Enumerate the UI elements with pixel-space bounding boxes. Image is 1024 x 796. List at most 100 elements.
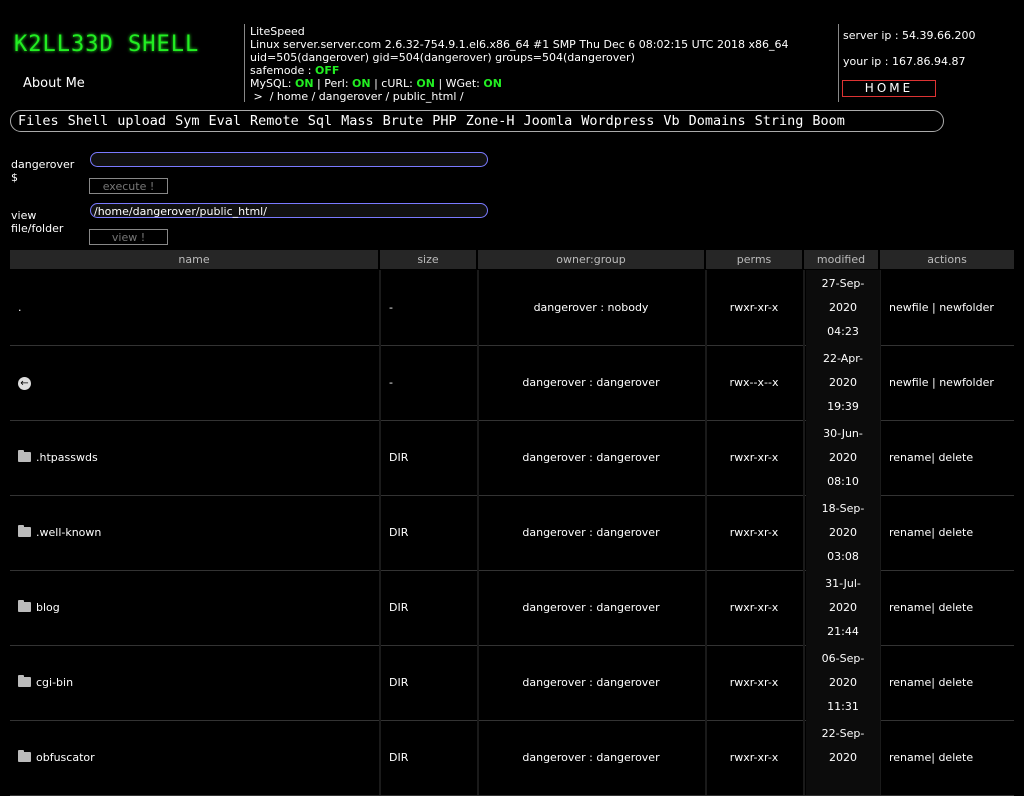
header-modified[interactable]: modified [804,250,878,269]
file-name[interactable]: blog [36,601,60,614]
menu-item-eval[interactable]: Eval [208,113,241,129]
action-link-primary[interactable]: rename| [889,751,935,764]
safemode-line: safemode : OFF [250,64,340,77]
table-row: blog DIR dangerover : dangerover rwxr-xr-x 3… [10,570,1014,646]
menu-item-brute[interactable]: Brute [383,113,424,129]
action-link-secondary[interactable]: delete [938,526,973,539]
home-button[interactable]: HOME [842,80,936,97]
command-input[interactable] [90,152,488,167]
menu-item-vb[interactable]: Vb [663,113,679,129]
file-name-cell[interactable]: obfuscator [18,720,373,795]
menu-item-joomla[interactable]: Joomla [523,113,572,129]
menu-item-domains[interactable]: Domains [689,113,746,129]
header-actions[interactable]: actions [880,250,1014,269]
file-name[interactable]: .htpasswds [36,451,98,464]
file-name[interactable]: . [18,301,22,314]
actions-cell: rename| delete [889,570,973,645]
file-perms[interactable]: rwxr-xr-x [706,645,802,720]
menu-item-zone-h[interactable]: Zone-H [466,113,515,129]
header-owner-group[interactable]: owner:group [478,250,704,269]
file-name[interactable]: .well-known [36,526,101,539]
folder-icon [18,525,31,537]
action-link-secondary[interactable]: delete [938,451,973,464]
owner-group: dangerover : nobody [533,301,649,314]
menu-item-wordpress[interactable]: Wordpress [581,113,654,129]
header-perms[interactable]: perms [706,250,802,269]
modified-time [806,770,880,794]
modified-year: 2020 [829,376,857,389]
file-name-cell[interactable]: ← [18,345,373,420]
about-me-link[interactable]: About Me [23,76,85,91]
execute-button[interactable]: execute ! [89,178,168,194]
view-label: view file/folder [11,209,64,235]
action-link-primary[interactable]: rename| [889,676,935,689]
file-perms[interactable]: rwx--x--x [706,345,802,420]
cmd-prompt-label: dangerover $ [11,158,75,184]
modified-year: 2020 [829,751,857,764]
column-divider [379,345,381,420]
file-perms[interactable]: rwxr-xr-x [706,495,802,570]
menu-item-shell[interactable]: Shell [68,113,109,129]
file-perms[interactable]: rwxr-xr-x [706,420,802,495]
file-name-cell[interactable]: .well-known [18,495,373,570]
file-perms[interactable]: rwxr-xr-x [706,270,802,345]
menu-item-php[interactable]: PHP [432,113,456,129]
action-link-primary[interactable]: rename| [889,601,935,614]
modified-year: 2020 [829,301,857,314]
menu-item-sql[interactable]: Sql [308,113,332,129]
mysql-status: ON [294,77,314,90]
menu-item-remote[interactable]: Remote [250,113,299,129]
actions-cell: rename| delete [889,495,973,570]
folder-icon [18,675,31,687]
file-perms[interactable]: rwxr-xr-x [706,720,802,795]
action-link-secondary[interactable]: delete [938,676,973,689]
app-logo[interactable]: K2LL33D SHELL [14,32,199,57]
action-link-secondary[interactable]: delete [938,751,973,764]
modified-date: 27-Sep- [821,277,865,290]
file-name-cell[interactable]: cgi-bin [18,645,373,720]
header-name[interactable]: name [10,250,378,269]
file-name-cell[interactable]: blog [18,570,373,645]
menu-item-upload[interactable]: upload [117,113,166,129]
action-link-primary[interactable]: rename| [889,451,935,464]
action-link-primary[interactable]: newfile [889,376,929,389]
file-size: DIR [389,451,409,464]
curl-status: ON [416,77,435,90]
view-button[interactable]: view ! [89,229,168,245]
header-size[interactable]: size [380,250,476,269]
action-link-secondary[interactable]: delete [938,601,973,614]
file-name-cell[interactable]: . [18,270,373,345]
modified-cell: 22-Sep- 2020 [806,720,880,795]
file-name[interactable]: cgi-bin [36,676,73,689]
modified-year: 2020 [829,451,857,464]
menu-item-files[interactable]: Files [18,113,59,129]
current-path[interactable]: > / home / dangerover / public_html / [250,90,788,103]
modified-date: 31-Jul- [825,577,861,590]
modified-date: 18-Sep- [821,502,865,515]
file-perms[interactable]: rwxr-xr-x [706,570,802,645]
menu-item-boom[interactable]: Boom [812,113,845,129]
modified-date: 30-Jun- [823,427,863,440]
column-divider [379,645,381,720]
owner-group: dangerover : dangerover [522,526,660,539]
action-link-primary[interactable]: newfile [889,301,929,314]
header-divider-right [838,24,839,102]
file-name-cell[interactable]: .htpasswds [18,420,373,495]
action-link-secondary[interactable]: newfolder [939,301,994,314]
wget-status: ON [483,77,502,90]
folder-icon [18,600,31,612]
column-divider [803,570,805,645]
action-link-primary[interactable]: rename| [889,526,935,539]
folder-icon [18,450,31,462]
column-divider [803,720,805,795]
menu-item-mass[interactable]: Mass [341,113,374,129]
back-arrow-icon[interactable]: ← [18,376,31,390]
action-link-secondary[interactable]: newfolder [939,376,994,389]
modified-date: 22-Apr- [822,352,864,365]
actions-cell: newfile | newfolder [889,301,994,314]
menu-item-sym[interactable]: Sym [175,113,199,129]
menu-item-string[interactable]: String [755,113,804,129]
view-path-input[interactable]: /home/dangerover/public_html/ [90,203,488,218]
modified-time: 19:39 [827,400,859,413]
file-name[interactable]: obfuscator [36,751,95,764]
